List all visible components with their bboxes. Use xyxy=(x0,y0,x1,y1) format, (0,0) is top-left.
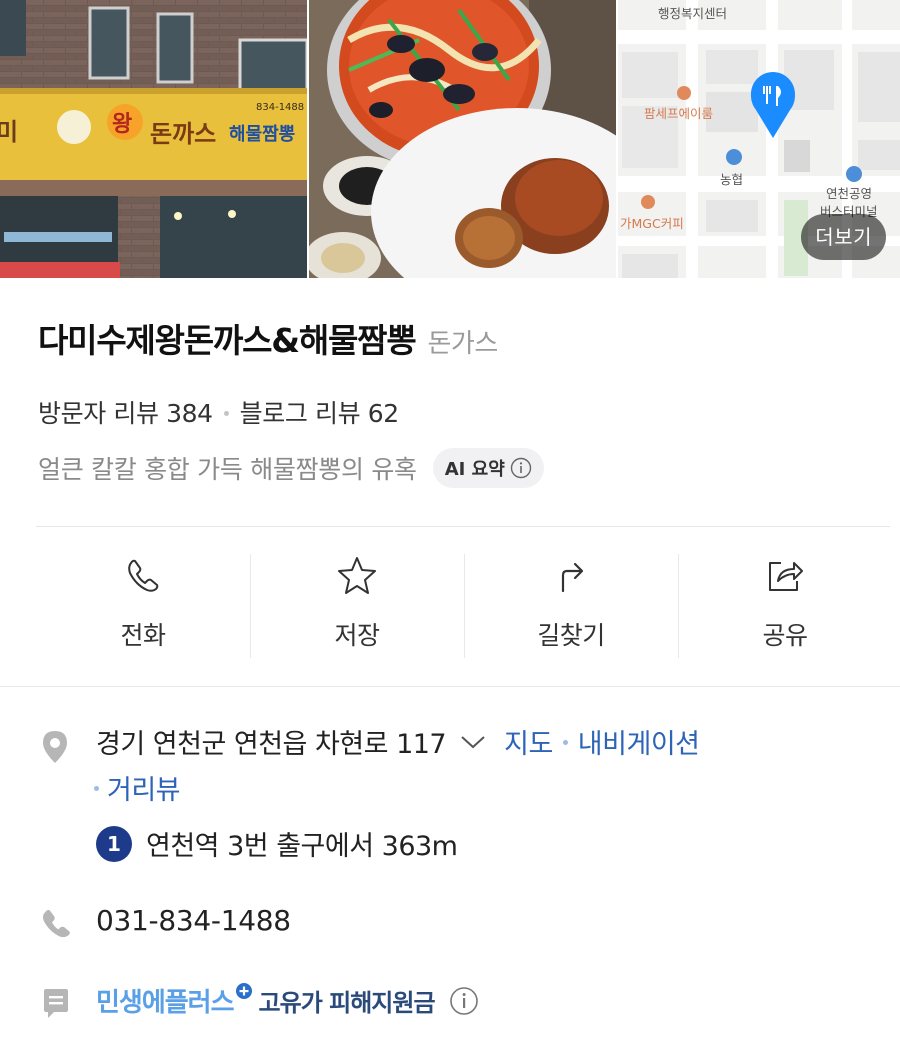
ai-summary-badge[interactable]: AI 요약 xyxy=(432,448,544,488)
share-icon xyxy=(769,562,803,591)
directions-label: 길찾기 xyxy=(537,621,605,650)
plus-icon xyxy=(235,982,252,999)
separator-dot xyxy=(562,740,568,745)
promo-brand: 민생에플러스 xyxy=(96,988,235,1018)
phone-number[interactable]: 031-834-1488 xyxy=(96,904,291,937)
ai-summary-text: 얼큰 칼칼 홍합 가득 해물짬뽕의 유혹 xyxy=(38,455,417,484)
visitor-review-link[interactable]: 방문자 리뷰 384 xyxy=(38,394,213,430)
action-bar: 전화 저장 길찾기 공유 xyxy=(36,552,892,658)
phone-icon xyxy=(42,910,70,938)
directions-icon xyxy=(561,562,584,593)
share-label: 공유 xyxy=(762,621,808,650)
photo-strip: 미 왕 돈까스 해물짬뽕 834-1488 행정복지센터 팜세프에이룸 농협 가… xyxy=(0,0,900,278)
title-row: 다미수제왕돈까스&해물짬뽕 돈가스 xyxy=(38,314,498,362)
map-link[interactable]: 지도 xyxy=(504,722,553,761)
notice-icon xyxy=(44,989,68,1018)
promo-text: 고유가 피해지원금 xyxy=(258,989,436,1017)
save-label: 저장 xyxy=(334,621,380,650)
phone-icon xyxy=(128,559,159,592)
map-label-bank: 농협 xyxy=(720,172,743,187)
address-row: 경기 연천군 연천읍 차현로 117 지도 내비게이션 xyxy=(96,722,700,761)
directions-button[interactable]: 길찾기 xyxy=(464,552,678,658)
ai-badge-label: AI 요약 xyxy=(444,459,505,480)
svg-text:왕: 왕 xyxy=(112,112,132,137)
separator-dot xyxy=(223,410,229,416)
info-icon xyxy=(510,457,531,479)
map-label-terminal1: 연천공영 xyxy=(826,186,872,201)
review-counts: 방문자 리뷰 384 블로그 리뷰 62 xyxy=(38,394,399,430)
map-label-office: 행정복지센터 xyxy=(658,6,727,21)
share-button[interactable]: 공유 xyxy=(678,552,892,658)
separator-dot xyxy=(94,786,99,791)
chevron-down-icon[interactable] xyxy=(460,734,486,750)
promo-banner[interactable]: 민생에플러스 고유가 피해지원금 xyxy=(96,982,479,1019)
save-button[interactable]: 저장 xyxy=(250,552,464,658)
svg-text:834-1488: 834-1488 xyxy=(256,102,304,113)
blog-review-link[interactable]: 블로그 리뷰 62 xyxy=(240,394,400,430)
address-row-2: 거리뷰 xyxy=(94,768,181,807)
ai-summary-row: 얼큰 칼칼 홍합 가득 해물짬뽕의 유혹 AI 요약 xyxy=(38,448,544,488)
star-icon xyxy=(338,557,376,594)
place-name: 다미수제왕돈까스&해물짬뽕 xyxy=(38,321,417,360)
call-button[interactable]: 전화 xyxy=(36,552,250,658)
svg-text:돈까스: 돈까스 xyxy=(150,120,216,148)
navigation-link[interactable]: 내비게이션 xyxy=(578,722,700,761)
storefront-sign-text: 미 xyxy=(0,118,18,146)
streetview-link[interactable]: 거리뷰 xyxy=(107,768,181,807)
subway-directions-text: 연천역 3번 출구에서 363m xyxy=(146,831,458,862)
map-label-cafe1: 팜세프에이룸 xyxy=(644,106,713,121)
storefront-photo[interactable]: 미 왕 돈까스 해물짬뽕 834-1488 xyxy=(0,0,307,278)
food-photo[interactable] xyxy=(309,0,616,278)
location-pin-icon xyxy=(43,731,67,763)
subway-row: 1 연천역 3번 출구에서 363m xyxy=(96,824,458,863)
info-icon[interactable] xyxy=(449,986,479,1016)
svg-text:해물짬뽕: 해물짬뽕 xyxy=(229,124,295,145)
call-label: 전화 xyxy=(120,621,166,650)
more-photos-button[interactable]: 더보기 xyxy=(801,214,886,260)
place-category: 돈가스 xyxy=(427,329,499,359)
divider xyxy=(36,526,890,527)
subway-line-badge: 1 xyxy=(96,825,132,862)
divider xyxy=(0,686,900,687)
map-label-cafe2: 가MGC커피 xyxy=(620,216,684,231)
address-text: 경기 연천군 연천읍 차현로 117 xyxy=(96,729,447,760)
